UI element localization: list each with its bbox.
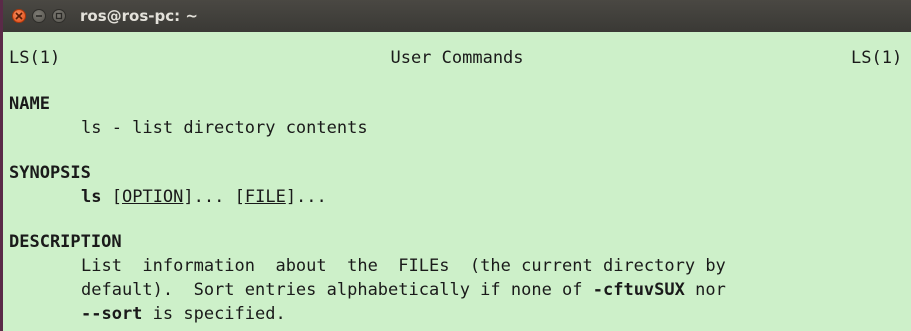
- synopsis-heading: SYNOPSIS: [9, 163, 91, 183]
- synopsis-bracket: [: [234, 187, 245, 207]
- synopsis-bracket: [: [111, 187, 122, 207]
- description-line-2: default). Sort entries alphabetically if…: [81, 278, 726, 302]
- name-line: ls - list directory contents: [81, 118, 368, 138]
- title-bar[interactable]: ros@ros-pc: ~: [3, 0, 911, 32]
- synopsis-file-arg: FILE: [244, 187, 286, 207]
- synopsis-command: ls: [81, 187, 102, 207]
- synopsis-bracket: ]...: [285, 187, 327, 207]
- description-sort-flag: --sort: [81, 304, 143, 324]
- man-header-right: LS(1): [851, 48, 903, 68]
- description-line-1: List information about the FILEs (the cu…: [81, 256, 726, 276]
- synopsis-separator: [224, 187, 234, 207]
- synopsis-option-arg: OPTION: [121, 187, 184, 207]
- name-heading: NAME: [9, 94, 50, 114]
- man-header-center: User Commands: [390, 48, 524, 68]
- description-heading: DESCRIPTION: [9, 232, 122, 252]
- synopsis-line: ls [OPTION]... [FILE]...: [81, 185, 327, 209]
- description-line-3: --sort is specified.: [81, 302, 286, 326]
- description-flags: -cftuvSUX: [592, 280, 685, 300]
- description-text: default). Sort entries alphabetically if…: [81, 280, 593, 300]
- synopsis-bracket: ]...: [183, 187, 225, 207]
- close-icon[interactable]: [12, 9, 26, 23]
- terminal-window: ros@ros-pc: ~ LS(1) User Commands LS(1) …: [0, 0, 911, 331]
- description-text: is specified.: [142, 304, 286, 324]
- maximize-icon[interactable]: [52, 9, 66, 23]
- description-text: nor: [684, 280, 726, 300]
- minimize-icon[interactable]: [32, 9, 46, 23]
- window-title: ros@ros-pc: ~: [80, 7, 198, 25]
